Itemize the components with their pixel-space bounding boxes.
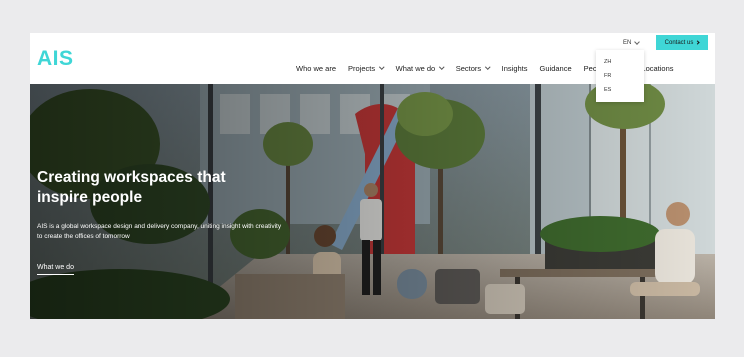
nav-item-label: What we do: [395, 63, 436, 73]
logo[interactable]: AIS: [37, 47, 74, 71]
nav-item-what-we-do[interactable]: What we do: [390, 64, 450, 73]
language-dropdown: ZH FR ES: [596, 50, 644, 102]
hero-banner: Creating workspaces that inspire people …: [30, 84, 715, 319]
chevron-down-icon: [634, 39, 641, 45]
nav-item-who-we-are[interactable]: Who we are: [290, 64, 342, 73]
nav-item-sectors[interactable]: Sectors: [450, 64, 496, 73]
website-frame: AIS EN Contact us Who we are Projects Wh…: [30, 33, 715, 319]
language-option-es[interactable]: ES: [596, 83, 644, 97]
nav-item-projects[interactable]: Projects: [342, 64, 390, 73]
nav-item-insights[interactable]: Insights: [496, 64, 534, 73]
hero-description: AIS is a global workspace design and del…: [37, 223, 282, 240]
what-we-do-link[interactable]: What we do: [37, 264, 74, 275]
nav-item-label: Who we are: [296, 63, 337, 73]
nav-item-label: Guidance: [539, 63, 572, 73]
nav-item-label: Peo: [583, 63, 597, 73]
chevron-down-icon: [485, 64, 491, 70]
nav-item-guidance[interactable]: Guidance: [534, 64, 578, 73]
nav-item-label: Projects: [348, 63, 376, 73]
chevron-right-icon: [695, 40, 700, 45]
contact-us-label: Contact us: [664, 39, 694, 46]
language-label: EN: [623, 40, 632, 46]
language-selector[interactable]: EN: [623, 37, 641, 49]
language-option-fr[interactable]: FR: [596, 69, 644, 83]
chevron-down-icon: [379, 64, 385, 70]
nav-item-label: Insights: [501, 63, 528, 73]
nav-item-label: Sectors: [455, 63, 482, 73]
chevron-down-icon: [439, 64, 445, 70]
contact-us-button[interactable]: Contact us: [656, 35, 708, 50]
language-option-zh[interactable]: ZH: [596, 55, 644, 69]
nav-item-label: Locations: [641, 63, 674, 73]
hero-title: Creating workspaces that inspire people: [37, 169, 226, 206]
